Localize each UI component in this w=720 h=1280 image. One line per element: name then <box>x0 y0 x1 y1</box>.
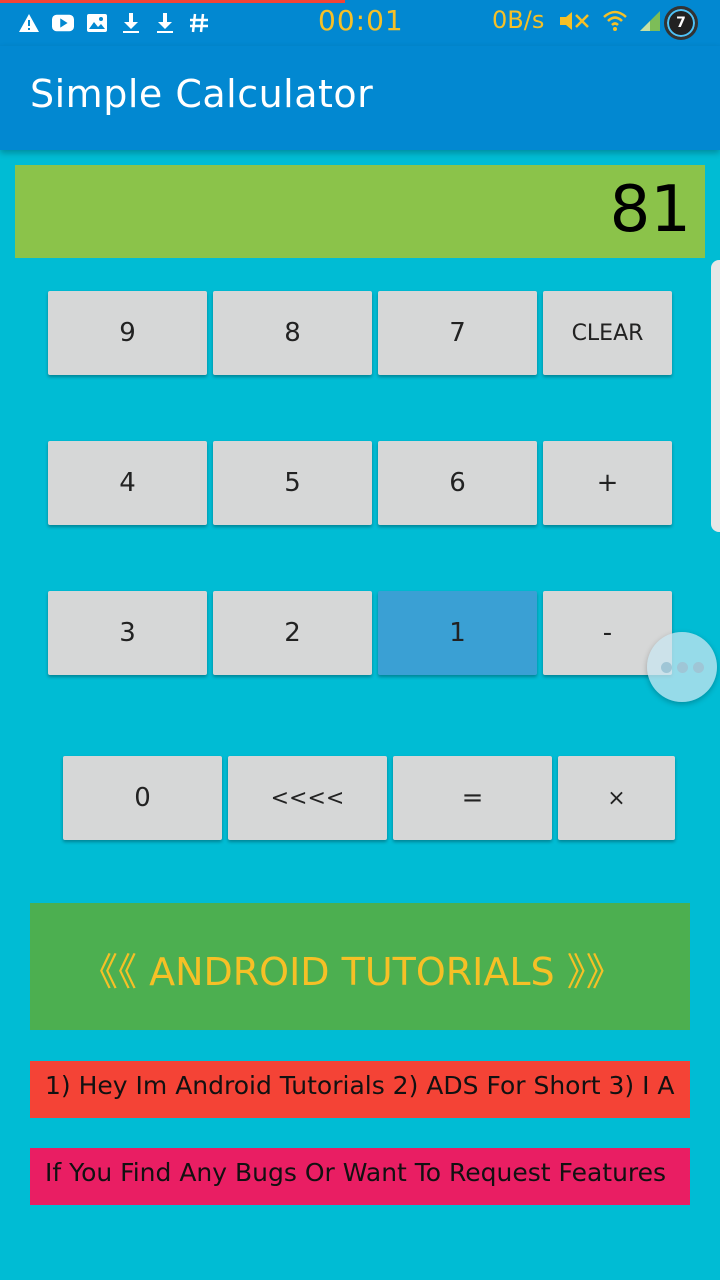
key-4[interactable]: 4 <box>48 441 207 525</box>
status-bar: 00:01 0B/s 7 <box>0 0 720 46</box>
ticker-banner[interactable]: 1) Hey Im Android Tutorials 2) ADS For S… <box>30 1061 690 1118</box>
app-title: Simple Calculator <box>30 72 374 116</box>
signal-icon <box>638 9 662 37</box>
result-value: 81 <box>609 173 691 247</box>
network-speed: 0B/s <box>492 6 545 34</box>
mute-icon <box>558 9 592 37</box>
tutorials-banner[interactable]: 《《 ANDROID TUTORIALS 》》 <box>30 903 690 1030</box>
warning-icon <box>18 12 40 34</box>
wifi-icon <box>602 9 628 37</box>
key-8[interactable]: 8 <box>213 291 372 375</box>
system-icons <box>558 8 662 38</box>
key-2[interactable]: 2 <box>213 591 372 675</box>
progress-line <box>0 0 345 3</box>
dot-icon <box>676 661 688 673</box>
dot-icon <box>692 661 704 673</box>
download-icon <box>154 12 176 34</box>
battery-indicator: 7 <box>664 6 698 40</box>
status-time: 00:01 <box>318 4 404 37</box>
key-6[interactable]: 6 <box>378 441 537 525</box>
image-icon <box>86 12 108 34</box>
multiply-button[interactable]: × <box>558 756 675 840</box>
key-9[interactable]: 9 <box>48 291 207 375</box>
notice-banner[interactable]: If You Find Any Bugs Or Want To Request … <box>30 1148 690 1205</box>
youtube-icon <box>52 12 74 34</box>
notice-text: If You Find Any Bugs Or Want To Request … <box>45 1158 667 1187</box>
download-icon <box>120 12 142 34</box>
add-button[interactable]: + <box>543 441 672 525</box>
key-1[interactable]: 1 <box>378 591 537 675</box>
backspace-button[interactable]: <<<< <box>228 756 387 840</box>
floating-menu-button[interactable] <box>647 632 717 702</box>
notification-icons <box>18 8 210 38</box>
ticker-text: 1) Hey Im Android Tutorials 2) ADS For S… <box>45 1071 675 1100</box>
key-7[interactable]: 7 <box>378 291 537 375</box>
app-bar: Simple Calculator <box>0 46 720 150</box>
key-0[interactable]: 0 <box>63 756 222 840</box>
key-3[interactable]: 3 <box>48 591 207 675</box>
hash-icon <box>188 12 210 34</box>
clear-button[interactable]: CLEAR <box>543 291 672 375</box>
tutorials-banner-text: 《《 ANDROID TUTORIALS 》》 <box>80 950 624 994</box>
result-display: 81 <box>15 165 705 258</box>
edge-panel-handle[interactable] <box>711 260 720 532</box>
key-5[interactable]: 5 <box>213 441 372 525</box>
dot-icon <box>660 661 672 673</box>
equals-button[interactable]: = <box>393 756 552 840</box>
